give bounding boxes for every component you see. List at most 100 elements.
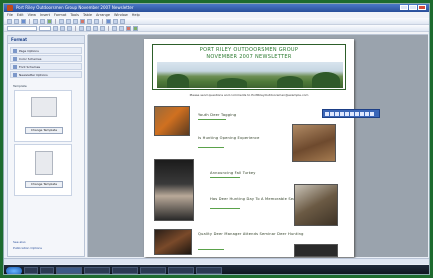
see-also-link[interactable]: See also <box>13 240 26 244</box>
story-title: Is Hunting Opening Experience <box>198 136 260 140</box>
story-title: Announcing Fall Turkey <box>210 171 256 175</box>
toolbar-divider <box>75 25 76 31</box>
taskbar-item-publisher[interactable] <box>56 267 82 274</box>
banner-title-line1: PORT RILEY OUTDOORSMEN GROUP <box>199 47 299 53</box>
pane-item-label: Color Schemes <box>19 56 42 61</box>
spell-check-icon[interactable] <box>47 18 52 24</box>
publication-options-link[interactable]: Publication Options <box>13 246 42 250</box>
tree-shape <box>217 78 247 88</box>
pane-item-page-options[interactable]: Page Options <box>10 47 82 54</box>
paste-icon[interactable] <box>73 18 78 24</box>
save-icon[interactable] <box>21 18 26 24</box>
window-title: Port Riley Outdoorsmen Group November 20… <box>16 5 134 10</box>
taskbar-item[interactable] <box>196 267 222 274</box>
title-bar: Port Riley Outdoorsmen Group November 20… <box>4 4 429 12</box>
story-divider <box>198 249 224 250</box>
zoom-icon[interactable] <box>120 18 125 24</box>
newsletter-page[interactable]: PORT RILEY OUTDOORSMEN GROUP NOVEMBER 20… <box>144 39 354 257</box>
application-window: Port Riley Outdoorsmen Group November 20… <box>3 3 430 275</box>
format-painter-icon[interactable] <box>80 18 85 24</box>
story-photo-seminar[interactable] <box>154 229 192 255</box>
pane-item-font-schemes[interactable]: Font Schemes <box>10 63 82 70</box>
window-controls <box>400 5 426 10</box>
pane-item-label: Newsletter Options <box>19 72 48 77</box>
taskbar-item[interactable] <box>140 267 166 274</box>
quick-launch-icon[interactable] <box>40 267 54 274</box>
toolbar-button-icon[interactable] <box>340 111 344 116</box>
fill-color-icon[interactable] <box>133 25 138 31</box>
align-center-icon[interactable] <box>86 25 91 31</box>
format-publication-pane: Format Page Options Color Schemes Font S… <box>7 35 85 257</box>
insert-table-icon[interactable] <box>113 18 118 24</box>
close-button[interactable] <box>418 5 426 10</box>
newsletter-options-icon <box>13 72 17 77</box>
start-button[interactable] <box>6 266 22 274</box>
story-photo-deer[interactable] <box>154 106 190 136</box>
story-title: Youth Deer Tagging <box>198 113 237 117</box>
print-icon[interactable] <box>33 18 38 24</box>
floating-toolbar[interactable] <box>322 109 380 118</box>
story-photo-hunters[interactable] <box>292 124 336 162</box>
story-photo-buck[interactable] <box>294 184 338 226</box>
toolbar-button-icon[interactable] <box>330 111 334 116</box>
story-divider <box>198 147 224 148</box>
pane-item-newsletter-options[interactable]: Newsletter Options <box>10 71 82 78</box>
toolbar-button-icon[interactable] <box>360 111 364 116</box>
template-section-label: Template <box>13 84 27 88</box>
font-color-icon[interactable] <box>126 25 131 31</box>
toolbar-divider <box>108 25 109 31</box>
font-size-field[interactable] <box>39 25 51 31</box>
maximize-button[interactable] <box>409 5 417 10</box>
minimize-button[interactable] <box>400 5 408 10</box>
undo-icon[interactable] <box>87 18 92 24</box>
taskbar-item[interactable] <box>168 267 194 274</box>
pane-title: Format <box>8 36 84 44</box>
change-page-button[interactable]: Change Template <box>25 181 63 188</box>
quick-launch-icon[interactable] <box>24 267 38 274</box>
align-right-icon[interactable] <box>93 25 98 31</box>
align-left-icon[interactable] <box>79 25 84 31</box>
bullets-icon[interactable] <box>119 25 124 31</box>
toolbar-button-icon[interactable] <box>365 111 369 116</box>
taskbar-item[interactable] <box>84 267 110 274</box>
story-photo-bottom[interactable] <box>294 244 338 257</box>
toolbar-button-icon[interactable] <box>325 111 329 116</box>
story-divider <box>198 119 226 120</box>
story-photo-turkey[interactable] <box>154 159 194 221</box>
insert-picture-icon[interactable] <box>106 18 111 24</box>
justify-icon[interactable] <box>100 25 105 31</box>
pane-item-color-schemes[interactable]: Color Schemes <box>10 55 82 62</box>
newsletter-banner[interactable]: PORT RILEY OUTDOORSMEN GROUP NOVEMBER 20… <box>152 44 346 90</box>
landscape-photo <box>157 62 343 88</box>
template-preview: Change Template <box>14 90 72 142</box>
toolbar-divider <box>55 18 56 24</box>
taskbar-item[interactable] <box>112 267 138 274</box>
page-thumbnail <box>35 151 53 175</box>
change-template-button[interactable]: Change Template <box>25 127 63 134</box>
italic-icon[interactable] <box>60 25 65 31</box>
toolbar-button-icon[interactable] <box>355 111 359 116</box>
tree-shape <box>312 72 340 88</box>
toolbar-button-icon[interactable] <box>370 111 374 116</box>
story-title: Quality Deer Manager Attends Seminar Dee… <box>198 232 304 236</box>
cut-icon[interactable] <box>59 18 64 24</box>
formatting-toolbar <box>4 25 429 32</box>
toolbar-button-icon[interactable] <box>345 111 349 116</box>
page-options-icon <box>13 48 17 53</box>
bold-icon[interactable] <box>53 25 58 31</box>
open-icon[interactable] <box>14 18 19 24</box>
new-icon[interactable] <box>7 18 12 24</box>
publisher-app-icon[interactable] <box>7 5 13 11</box>
story-title: Has Deer Hunting Day To A Memorable Seas… <box>210 197 305 201</box>
font-name-field[interactable] <box>7 25 37 31</box>
toolbar-button-icon[interactable] <box>350 111 354 116</box>
numbering-icon[interactable] <box>112 25 117 31</box>
story-divider <box>210 208 240 209</box>
font-schemes-icon <box>13 64 17 69</box>
print-preview-icon[interactable] <box>40 18 45 24</box>
copy-icon[interactable] <box>66 18 71 24</box>
redo-icon[interactable] <box>94 18 99 24</box>
toolbar-button-icon[interactable] <box>335 111 339 116</box>
underline-icon[interactable] <box>67 25 72 31</box>
status-bar <box>4 258 429 264</box>
